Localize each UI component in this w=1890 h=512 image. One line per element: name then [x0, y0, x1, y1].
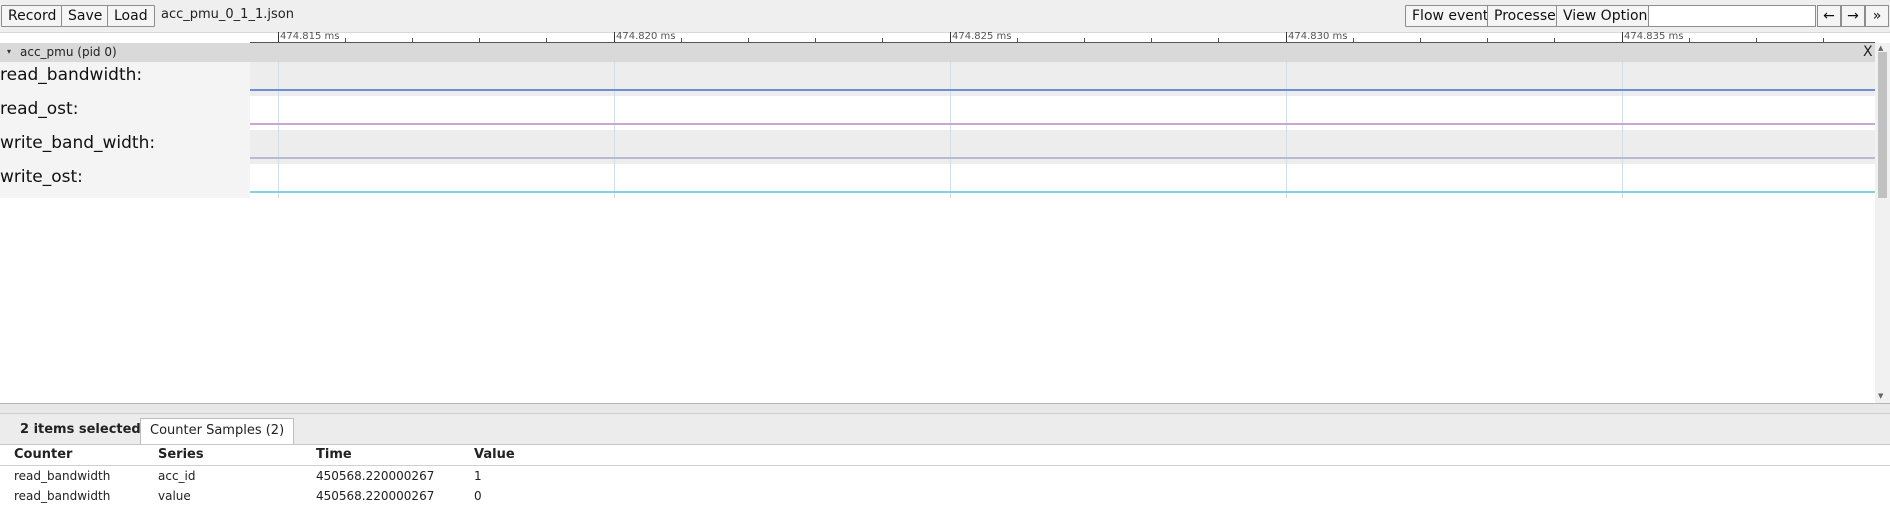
table-cell-counter: read_bandwidth	[14, 489, 111, 503]
counter-track-read-ost[interactable]	[250, 96, 1875, 130]
ruler-minor-tick	[1756, 38, 1757, 42]
table-cell-value: 1	[474, 469, 482, 483]
ruler-minor-tick	[882, 38, 883, 42]
ruler-minor-tick	[681, 38, 682, 42]
counter-track-read-bandwidth[interactable]	[250, 62, 1875, 96]
column-header-value[interactable]: Value	[474, 447, 515, 462]
ruler-minor-tick	[748, 38, 749, 42]
selection-summary: 2 items selected.	[20, 422, 146, 437]
counter-series-line	[250, 157, 1875, 159]
scroll-down-arrow-icon[interactable]: ▼	[1878, 392, 1883, 400]
ruler-major-tick	[950, 32, 951, 42]
ruler-minor-tick	[412, 38, 413, 42]
ruler-label: 474.835 ms	[1624, 31, 1684, 42]
previous-arrow-icon[interactable]: ←	[1817, 5, 1841, 27]
record-button[interactable]: Record	[1, 5, 64, 27]
counter-track-write-ost[interactable]	[250, 164, 1875, 198]
ruler-minor-tick	[1689, 38, 1690, 42]
save-button[interactable]: Save	[61, 5, 110, 27]
ruler-minor-tick	[345, 38, 346, 42]
process-label: acc_pmu (pid 0)	[20, 45, 117, 59]
ruler-major-tick	[614, 32, 615, 42]
file-name: acc_pmu_0_1_1.json	[161, 7, 294, 22]
load-button[interactable]: Load	[107, 5, 155, 27]
column-header-series[interactable]: Series	[158, 447, 204, 462]
ruler-label: 474.815 ms	[280, 31, 340, 42]
ruler-minor-tick	[1151, 38, 1152, 42]
collapse-triangle-icon[interactable]: ▾	[7, 47, 11, 56]
scroll-up-arrow-icon[interactable]: ▲	[1878, 44, 1883, 52]
ruler-minor-tick	[1017, 38, 1018, 42]
counter-series-line	[250, 123, 1875, 125]
ruler-minor-tick	[1084, 38, 1085, 42]
ruler-minor-tick	[1554, 38, 1555, 42]
ruler-minor-tick	[1218, 38, 1219, 42]
toolbar: Record Save Load acc_pmu_0_1_1.json Flow…	[0, 0, 1890, 33]
table-cell-counter: read_bandwidth	[14, 469, 111, 483]
counter-series-line	[250, 89, 1875, 91]
ruler-major-tick	[1622, 32, 1623, 42]
close-icon[interactable]: X	[1863, 44, 1873, 60]
counter-series-line	[250, 191, 1875, 193]
table-cell-time: 450568.220000267	[316, 469, 435, 483]
ruler-major-tick	[278, 32, 279, 42]
ruler-minor-tick	[1823, 38, 1824, 42]
ruler-label: 474.820 ms	[616, 31, 676, 42]
ruler-minor-tick	[1420, 38, 1421, 42]
panel-splitter[interactable]	[0, 403, 1890, 414]
next-arrow-icon[interactable]: →	[1841, 5, 1865, 27]
ruler-minor-tick	[1353, 38, 1354, 42]
table-cell-series: value	[158, 489, 191, 503]
scrollbar-thumb[interactable]	[1878, 52, 1887, 198]
track-label-read-bandwidth: read_bandwidth:	[0, 62, 250, 96]
ruler-label: 474.830 ms	[1288, 31, 1348, 42]
ruler-minor-tick	[815, 38, 816, 42]
ruler-major-tick	[1286, 32, 1287, 42]
counter-track-write-band-width[interactable]	[250, 130, 1875, 164]
view-options-button[interactable]: View Options	[1556, 5, 1662, 27]
table-cell-time: 450568.220000267	[316, 489, 435, 503]
process-header[interactable]: ▾ acc_pmu (pid 0) X	[0, 43, 1875, 63]
search-input[interactable]	[1648, 5, 1816, 27]
ruler-label: 474.825 ms	[952, 31, 1012, 42]
ruler-minor-tick	[479, 38, 480, 42]
table-cell-series: acc_id	[158, 469, 196, 483]
analysis-panel-header: 2 items selected. Counter Samples (2)	[0, 414, 1890, 445]
ruler-minor-tick	[1487, 38, 1488, 42]
table-cell-value: 0	[474, 489, 482, 503]
expand-double-chevron-icon[interactable]: »	[1865, 5, 1889, 27]
time-ruler[interactable]: 474.815 ms 474.820 ms 474.825 ms 474.830…	[250, 31, 1875, 43]
column-header-time[interactable]: Time	[316, 447, 352, 462]
column-header-counter[interactable]: Counter	[14, 447, 72, 462]
ruler-minor-tick	[546, 38, 547, 42]
track-label-write-ost: write_ost:	[0, 164, 250, 198]
tab-counter-samples[interactable]: Counter Samples (2)	[140, 418, 295, 444]
track-label-write-band-width: write_band_width:	[0, 130, 250, 164]
track-label-read-ost: read_ost:	[0, 96, 250, 130]
table-header-divider	[0, 465, 1890, 466]
